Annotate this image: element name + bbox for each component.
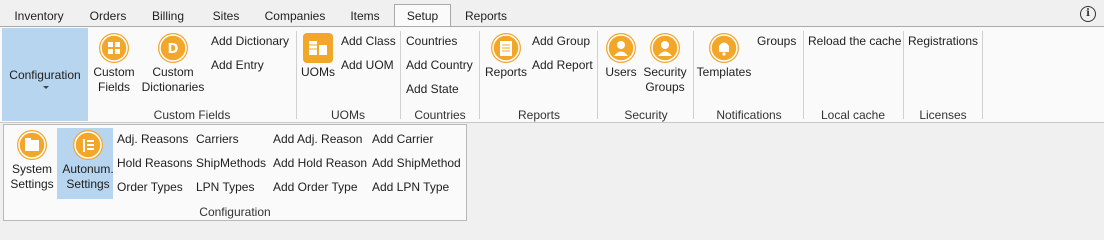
group-licenses: Licenses <box>919 108 967 122</box>
group-local-cache: Local cache <box>820 108 886 122</box>
svg-text:D: D <box>168 42 179 57</box>
uoms-label: UOMs <box>301 65 335 79</box>
custom-fields-button[interactable]: Custom Fields <box>90 33 138 95</box>
order-types-button[interactable]: Order Types <box>117 180 183 194</box>
system-settings-button[interactable]: System Settings <box>7 130 57 192</box>
autonum-settings-label-1: Autonum. <box>62 162 114 176</box>
configuration-dropdown: System Settings Autonum. Settings Adj. R… <box>3 124 467 221</box>
system-settings-label-2: Settings <box>10 177 54 191</box>
custom-dictionaries-label-2: Dictionaries <box>141 80 205 94</box>
templates-label: Templates <box>696 65 752 79</box>
tab-inventory[interactable]: Inventory <box>4 6 74 26</box>
tab-items[interactable]: Items <box>340 6 390 26</box>
list-icon <box>73 130 103 160</box>
folder-icon <box>17 130 47 160</box>
tab-reports[interactable]: Reports <box>458 6 514 26</box>
add-hold-reason-button[interactable]: Add Hold Reason <box>273 156 367 170</box>
group-icon <box>650 33 680 63</box>
ribbon-separator <box>400 31 401 119</box>
group-uoms: UOMs <box>331 108 365 122</box>
add-state-button[interactable]: Add State <box>406 82 459 96</box>
users-button[interactable]: Users <box>603 33 639 80</box>
registrations-button[interactable]: Registrations <box>908 34 978 48</box>
ribbon-separator <box>803 31 804 119</box>
group-reports: Reports <box>517 108 561 122</box>
ribbon-separator <box>479 31 480 119</box>
autonum-settings-button[interactable]: Autonum. Settings <box>59 130 117 192</box>
info-icon[interactable]: i <box>1080 6 1096 22</box>
configuration-label: Configuration <box>9 68 81 82</box>
tab-bar: Inventory Orders Billing Sites Companies… <box>0 0 1104 27</box>
user-icon <box>606 33 636 63</box>
add-adj-reason-button[interactable]: Add Adj. Reason <box>273 132 362 146</box>
system-settings-label-1: System <box>11 162 52 176</box>
ribbon-separator <box>597 31 598 119</box>
security-groups-label-2: Groups <box>645 80 685 94</box>
add-ship-method-button[interactable]: Add ShipMethod <box>372 156 461 170</box>
add-carrier-button[interactable]: Add Carrier <box>372 132 433 146</box>
group-custom-fields: Custom Fields <box>153 108 231 122</box>
bell-icon <box>709 33 739 63</box>
adj-reasons-button[interactable]: Adj. Reasons <box>117 132 188 146</box>
tab-setup[interactable]: Setup <box>394 4 451 27</box>
lpn-types-button[interactable]: LPN Types <box>196 180 254 194</box>
autonum-settings-label-2: Settings <box>66 177 110 191</box>
group-countries: Countries <box>414 108 466 122</box>
add-report-button[interactable]: Add Report <box>532 58 593 72</box>
uoms-button[interactable]: UOMs <box>300 33 336 80</box>
custom-fields-label-1: Custom <box>93 65 135 79</box>
ribbon-separator <box>693 31 694 119</box>
reports-button[interactable]: Reports <box>484 33 528 80</box>
add-uom-button[interactable]: Add UOM <box>341 58 394 72</box>
add-class-button[interactable]: Add Class <box>341 34 396 48</box>
add-group-button[interactable]: Add Group <box>532 34 590 48</box>
add-order-type-button[interactable]: Add Order Type <box>273 180 358 194</box>
reload-cache-button[interactable]: Reload the cache <box>808 34 901 48</box>
custom-dictionaries-label-1: Custom <box>152 65 194 79</box>
group-notifications: Notifications <box>716 108 782 122</box>
add-country-button[interactable]: Add Country <box>406 58 473 72</box>
carriers-button[interactable]: Carriers <box>196 132 239 146</box>
tab-billing[interactable]: Billing <box>140 6 196 26</box>
custom-dictionaries-button[interactable]: D Custom Dictionaries <box>140 33 206 95</box>
security-groups-button[interactable]: Security Groups <box>642 33 688 95</box>
templates-button[interactable]: Templates <box>696 33 752 80</box>
ribbon-separator <box>982 31 983 119</box>
ribbon-separator <box>296 31 297 119</box>
group-security: Security <box>624 108 668 122</box>
reports-icon <box>491 33 521 63</box>
configuration-button[interactable]: Configuration <box>2 28 88 121</box>
tab-sites[interactable]: Sites <box>204 6 248 26</box>
hold-reasons-button[interactable]: Hold Reasons <box>117 156 192 170</box>
countries-button[interactable]: Countries <box>406 34 457 48</box>
ship-methods-button[interactable]: ShipMethods <box>196 156 266 170</box>
custom-fields-icon <box>99 33 129 63</box>
add-dictionary-button[interactable]: Add Dictionary <box>211 34 289 48</box>
add-lpn-type-button[interactable]: Add LPN Type <box>372 180 449 194</box>
notification-groups-button[interactable]: Groups <box>757 34 796 48</box>
chevron-down-icon <box>43 86 49 89</box>
tab-companies[interactable]: Companies <box>256 6 334 26</box>
security-groups-label-1: Security <box>643 65 687 79</box>
dictionary-icon: D <box>158 33 188 63</box>
ribbon-separator <box>903 31 904 119</box>
uoms-icon <box>303 33 333 63</box>
reports-label: Reports <box>484 65 528 79</box>
custom-fields-label-2: Fields <box>97 80 130 94</box>
users-label: Users <box>605 65 637 79</box>
tab-orders[interactable]: Orders <box>80 6 136 26</box>
group-configuration: Configuration <box>199 205 271 219</box>
add-entry-button[interactable]: Add Entry <box>211 58 264 72</box>
